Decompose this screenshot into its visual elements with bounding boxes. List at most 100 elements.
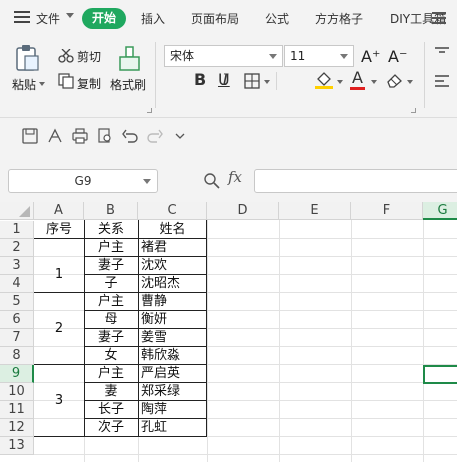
column-header-b[interactable]: B [84, 202, 138, 220]
relation-cell[interactable]: 次子 [84, 419, 138, 437]
increase-font-button[interactable]: A⁺ [361, 47, 380, 66]
file-menu[interactable]: 文件 [36, 10, 60, 27]
clear-dropdown-icon[interactable] [407, 80, 413, 84]
border-dropdown-icon[interactable] [264, 80, 270, 84]
save-icon[interactable] [22, 128, 38, 144]
cut-button[interactable]: 剪切 [77, 48, 101, 65]
tab-formulas[interactable]: 公式 [265, 10, 289, 27]
align-left-icon[interactable] [434, 74, 450, 93]
row-header[interactable]: 5 [0, 293, 34, 311]
format-painter-icon[interactable] [117, 46, 141, 75]
customize-chevron-icon[interactable] [174, 128, 190, 144]
redo-icon[interactable] [147, 128, 163, 144]
font-color-button[interactable]: A [350, 68, 366, 90]
fx-button[interactable]: fx [228, 168, 242, 186]
relation-cell[interactable]: 长子 [84, 401, 138, 419]
tab-insert[interactable]: 插入 [141, 10, 165, 27]
name-cell[interactable]: 沈昭杰 [141, 275, 180, 293]
row-header[interactable]: 11 [0, 401, 34, 419]
name-box-value: G9 [74, 174, 92, 188]
group-number-cell[interactable]: 2 [34, 293, 84, 364]
relation-cell[interactable]: 户主 [84, 239, 138, 257]
row-header[interactable]: 7 [0, 329, 34, 347]
fill-color-icon[interactable] [314, 70, 334, 93]
header-cell-seq[interactable]: 序号 [34, 221, 84, 239]
copy-icon[interactable] [58, 73, 74, 92]
column-header-e[interactable]: E [279, 202, 351, 220]
row-header[interactable]: 9 [0, 365, 34, 383]
print-preview-icon[interactable] [97, 128, 113, 144]
clipboard-launcher-icon[interactable] [147, 108, 152, 113]
row-header[interactable]: 6 [0, 311, 34, 329]
menu-icon[interactable] [14, 11, 30, 24]
name-cell[interactable]: 严启英 [141, 365, 180, 383]
selected-cell[interactable] [423, 365, 457, 384]
column-header-c[interactable]: C [138, 202, 207, 220]
name-cell[interactable]: 郑采绿 [141, 383, 180, 401]
print-icon[interactable] [72, 128, 88, 144]
formula-input[interactable] [254, 169, 457, 193]
name-cell[interactable]: 陶萍 [141, 401, 167, 419]
name-cell[interactable]: 沈欢 [141, 257, 167, 275]
name-cell[interactable]: 褚君 [141, 239, 167, 257]
font-color-dropdown-icon[interactable] [371, 80, 377, 84]
scissors-icon[interactable] [58, 48, 74, 66]
name-cell[interactable]: 曹静 [141, 293, 167, 311]
column-header-d[interactable]: D [207, 202, 279, 220]
tab-fangfang-grid[interactable]: 方方格子 [315, 10, 363, 27]
row-header[interactable]: 4 [0, 275, 34, 293]
relation-cell[interactable]: 户主 [84, 365, 138, 383]
row-header[interactable]: 13 [0, 437, 34, 455]
name-cell[interactable]: 衡妍 [141, 311, 167, 329]
font-size-select[interactable]: 11 [284, 45, 354, 67]
zoom-search-icon[interactable] [203, 172, 221, 193]
relation-cell[interactable]: 女 [84, 347, 138, 365]
spreadsheet-grid[interactable]: A B C D E F G 1 2 3 4 5 6 7 8 9 10 11 12… [0, 202, 457, 462]
name-box[interactable]: G9 [8, 169, 158, 193]
format-painter-button[interactable]: 格式刷 [110, 76, 146, 93]
group-number-cell[interactable]: 3 [34, 365, 84, 436]
relation-cell[interactable]: 妻子 [84, 257, 138, 275]
tab-start[interactable]: 开始 [82, 8, 126, 29]
menu-bar: 文件 开始 插入 页面布局 公式 方方格子 DIY工具箱 [0, 0, 457, 36]
column-header-a[interactable]: A [34, 202, 84, 220]
column-header-g[interactable]: G [423, 202, 457, 220]
relation-cell[interactable]: 妻子 [84, 329, 138, 347]
relation-cell[interactable]: 母 [84, 311, 138, 329]
align-top-icon[interactable] [434, 46, 450, 65]
file-dropdown-icon[interactable] [66, 13, 74, 18]
fill-color-dropdown-icon[interactable] [337, 80, 343, 84]
paste-button[interactable]: 粘贴 [12, 76, 36, 93]
font-launcher-icon[interactable] [411, 108, 416, 113]
bold-button[interactable]: B [194, 70, 206, 89]
row-header[interactable]: 12 [0, 419, 34, 437]
row-header[interactable]: 3 [0, 257, 34, 275]
relation-cell[interactable]: 妻 [84, 383, 138, 401]
row-header[interactable]: 10 [0, 383, 34, 401]
underline-button[interactable]: U [218, 70, 230, 89]
select-all-corner[interactable] [0, 202, 34, 220]
column-header-f[interactable]: F [351, 202, 423, 220]
paste-dropdown-icon[interactable] [39, 82, 45, 86]
row-header[interactable]: 8 [0, 347, 34, 365]
group-number-cell[interactable]: 1 [34, 257, 84, 292]
header-cell-relation[interactable]: 关系 [84, 221, 138, 239]
output-pdf-icon[interactable] [47, 128, 63, 144]
eraser-icon[interactable] [386, 72, 404, 91]
copy-button[interactable]: 复制 [77, 75, 101, 92]
border-icon[interactable] [244, 73, 260, 92]
header-cell-name[interactable]: 姓名 [138, 221, 207, 239]
name-cell[interactable]: 孔虹 [141, 419, 167, 437]
decrease-font-button[interactable]: A⁻ [388, 47, 407, 66]
name-cell[interactable]: 韩欣淼 [141, 347, 180, 365]
row-header[interactable]: 2 [0, 239, 34, 257]
font-name-select[interactable]: 宋体 [164, 45, 283, 67]
row-header[interactable]: 1 [0, 221, 34, 239]
toolbar-icon[interactable] [432, 12, 446, 24]
undo-icon[interactable] [122, 128, 138, 144]
relation-cell[interactable]: 户主 [84, 293, 138, 311]
paste-icon[interactable] [14, 44, 40, 75]
name-cell[interactable]: 姜雪 [141, 329, 167, 347]
tab-page-layout[interactable]: 页面布局 [191, 10, 239, 27]
relation-cell[interactable]: 子 [84, 275, 138, 293]
